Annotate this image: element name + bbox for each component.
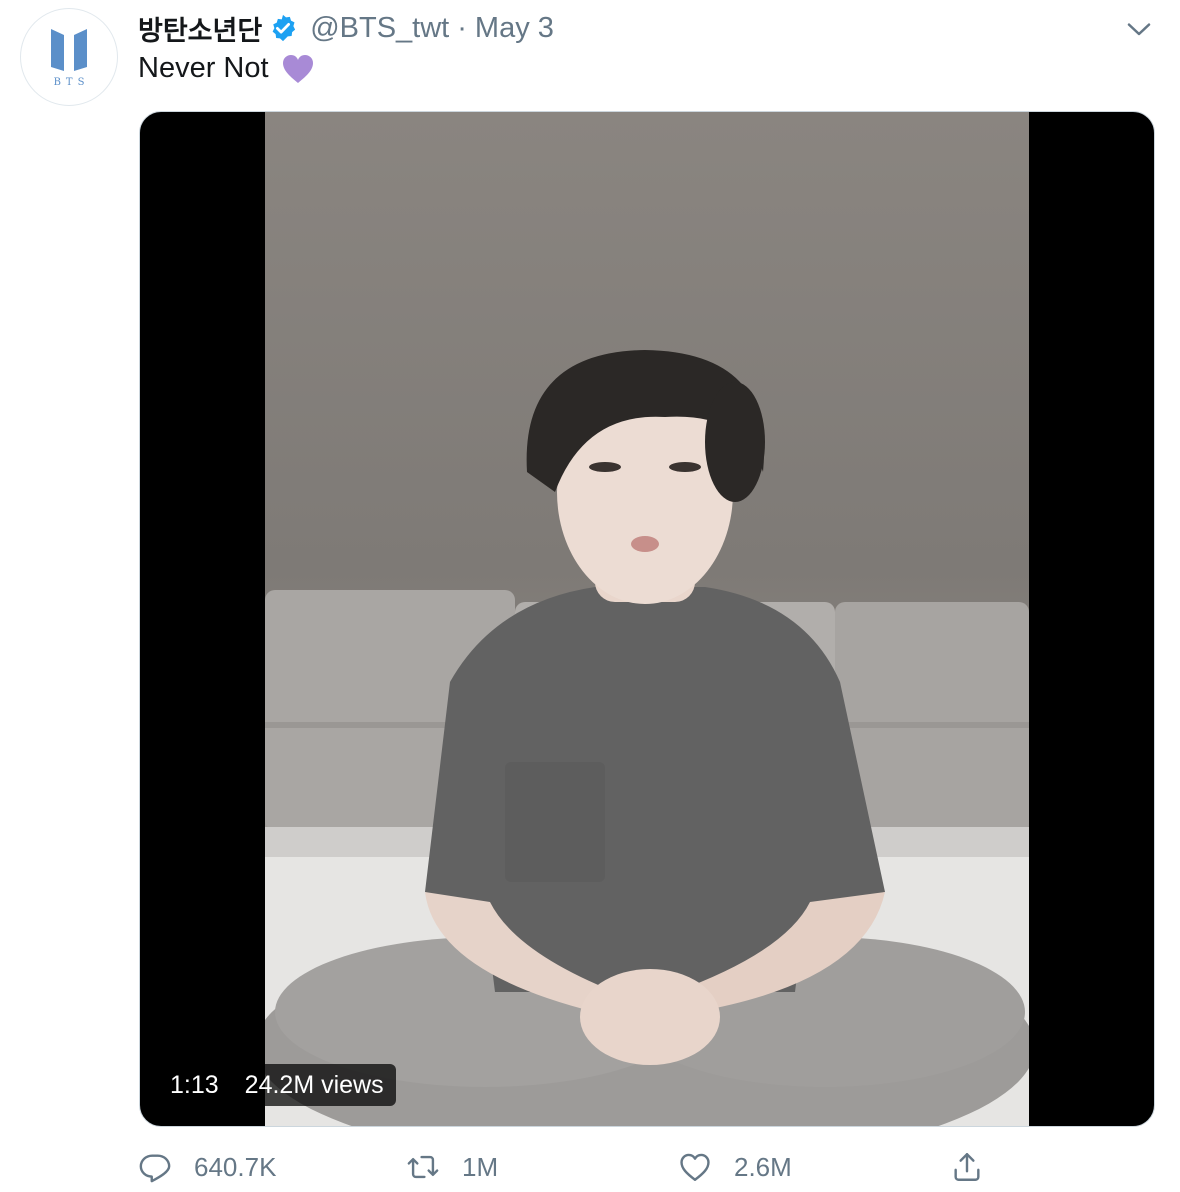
separator-dot: · <box>457 11 467 44</box>
video-duration: 1:13 <box>170 1070 219 1099</box>
tweet-text: Never Not <box>138 52 315 85</box>
display-name[interactable]: 방탄소년단 <box>138 9 262 48</box>
reply-icon <box>139 1154 171 1183</box>
retweet-button[interactable]: 1M <box>406 1146 498 1188</box>
chevron-down-icon[interactable] <box>1124 14 1154 44</box>
reply-count: 640.7K <box>194 1151 277 1182</box>
like-button[interactable]: 2.6M <box>678 1146 792 1188</box>
video-info-overlay: 1:13 24.2M views <box>158 1064 396 1106</box>
avatar[interactable]: BTS <box>20 8 118 106</box>
tweet-text-content: Never Not <box>138 52 269 84</box>
tweet-actions: 640.7K 1M 2.6M <box>138 1146 998 1188</box>
like-count: 2.6M <box>734 1151 792 1182</box>
share-icon <box>954 1153 980 1181</box>
reply-button[interactable]: 640.7K <box>138 1146 276 1188</box>
avatar-label: BTS <box>53 76 90 88</box>
video-scene-image <box>265 350 1029 1126</box>
tweet-date[interactable]: May 3 <box>475 12 554 45</box>
user-handle[interactable]: @BTS_twt <box>310 12 449 45</box>
bts-logo-icon <box>51 28 87 71</box>
verified-badge-icon <box>272 14 296 42</box>
retweet-count: 1M <box>462 1151 499 1182</box>
video-views: 24.2M views <box>244 1070 384 1099</box>
video-player[interactable]: 1:13 24.2M views <box>139 111 1155 1127</box>
share-button[interactable] <box>950 1146 984 1188</box>
purple-heart-icon <box>282 54 313 83</box>
heart-icon <box>680 1153 710 1181</box>
video-thumbnail[interactable] <box>265 112 1029 1126</box>
tweet-header: 방탄소년단 @BTS_twt · May 3 <box>138 8 554 48</box>
tweet-card: BTS 방탄소년단 @BTS_twt · May 3 Never Not 1:1… <box>0 0 1180 1192</box>
retweet-icon <box>407 1155 439 1179</box>
